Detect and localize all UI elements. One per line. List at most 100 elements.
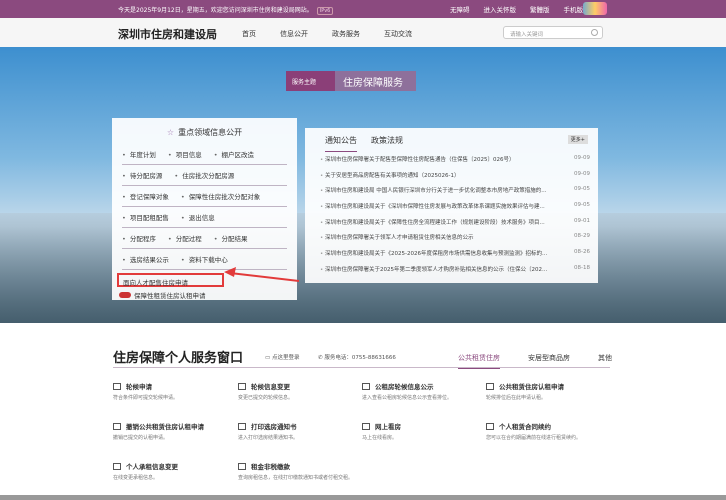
service-item[interactable]: 轮候申请符合条件即可提交轮候申请。 [113,381,233,402]
service-name[interactable]: 个人承租信息变更 [126,461,178,471]
nav-info[interactable]: 信息公开 [280,29,308,39]
rental-application-link[interactable]: 保障性租赁住房认租申请 [119,290,206,300]
service-icon [238,422,246,430]
news-panel: 通知公告政策法规 更多+ 深圳市住房保障署关于配售型保障性住房配售通告（住保售〔… [305,128,598,283]
nav-home[interactable]: 首页 [242,29,256,39]
news-item[interactable]: 深圳市住房和建设局 中国人民银行深圳市分行关于进一步优化调整本市房地产政策措施的… [320,186,590,202]
footer-edge [0,495,726,500]
link-pending-housing[interactable]: 待分配房源 [122,170,163,180]
service-name[interactable]: 撤销公共租赁住房认租申请 [126,421,204,431]
accessibility-link[interactable]: 无障碍 [450,4,470,14]
news-title[interactable]: 深圳市住房和建设局关于《2025-2026年度保租房市场供需信息收集与预测监测》… [320,249,560,265]
news-item[interactable]: 深圳市住房保障署关于领军人才申请租赁住房相关信息的公示 08-29 [320,233,590,249]
service-item[interactable]: 轮候信息变更变更已提交的轮候信息。 [238,381,358,402]
service-desc: 进入打印选房结果通知书。 [238,435,299,441]
news-title[interactable]: 深圳市住房保障署关于配售型保障性住房配售通告（住保售〔2025〕026号） [320,155,560,171]
panel-title: ☆ 重点领域信息公开 [166,128,243,137]
more-button[interactable]: 更多+ [567,135,588,144]
service-icon [238,462,246,470]
search-icon[interactable] [591,29,598,36]
service-desc: 轮候排位后在此申请认租。 [486,395,547,401]
service-name[interactable]: 打印选房通知书 [251,421,297,431]
service-name[interactable]: 个人租赁合同续约 [499,421,551,431]
service-item[interactable]: 个人承租信息变更 在线变更承租信息。 [113,461,233,482]
news-date: 08-26 [574,249,590,256]
service-desc: 查询房租信息，在线打印缴款通知书或者付租交租。 [238,475,354,481]
service-name[interactable]: 公租房轮候信息公示 [375,381,434,391]
service-name[interactable]: 公共租赁住房认租申请 [499,381,564,391]
news-item[interactable]: 深圳市住房保障署关于2025年第二季度领军人才购房补贴相关信息的公示（住保公〔2… [320,265,590,281]
news-item[interactable]: 深圳市住房保障署关于配售型保障性住房配售通告（住保售〔2025〕026号） 09-… [320,155,590,171]
service-item[interactable]: 网上看房马上在线看房。 [362,421,482,442]
nav-services[interactable]: 政务服务 [332,29,360,39]
news-item[interactable]: 深圳市住房和建设局关于《2025-2026年度保租房市场供需信息收集与预测监测》… [320,249,590,265]
service-icon [362,422,370,430]
news-item[interactable]: 深圳市住房和建设局关于《深圳市保障性住房发展与政策改革体系课题实施效果评估与建.… [320,202,590,218]
service-item[interactable]: 公共租赁住房认租申请轮候排位后在此申请认租。 [486,381,606,402]
header: 深圳市住房和建设局 首页 信息公开 政务服务 互动交流 请输入关键词 [0,18,726,47]
service-desc: 符合条件即可提交轮候申请。 [113,395,179,401]
news-date: 09-09 [574,155,590,161]
link-process[interactable]: 分配过程 [168,233,202,243]
link-shantytown[interactable]: 棚户区改造 [214,149,255,159]
news-title[interactable]: 深圳市住房保障署关于2025年第二季度领军人才购房补贴相关信息的公示（住保公〔2… [320,265,560,281]
service-name[interactable]: 租金非税缴款 [251,461,290,471]
service-desc: 您可以在合约期届满前在线进行租赁续约。 [486,435,582,441]
phone-info: ✆ 服务电话：0755-88631666 [318,355,396,361]
service-item[interactable]: 撤销公共租赁住房认租申请撤销已提交的认租申请。 [113,421,233,442]
link-downloads[interactable]: 资料下载中心 [181,254,228,264]
service-item[interactable]: 公租房轮候信息公示 进入查看公租房轮候信息公示查看排位。 [362,381,482,402]
service-icon [238,382,246,390]
service-icon [486,382,494,390]
service-icon [362,382,370,390]
service-name[interactable]: 轮候信息变更 [251,381,290,391]
star-icon: ☆ [166,128,175,137]
link-exit-info[interactable]: 退出信息 [181,212,215,222]
mobile-link[interactable]: 手机版 [564,4,584,14]
service-desc: 马上在线看房。 [362,435,398,441]
service-item[interactable]: 个人租赁合同续约您可以在合约期届满前在线进行租赁续约。 [486,421,606,442]
news-item[interactable]: 关于安居型商品房配售有关事项的通知（2025026-1） 09-09 [320,171,590,187]
link-annual-plan[interactable]: 年度计划 [122,149,156,159]
ipv6-badge: IPv6 [316,7,334,15]
link-procedure[interactable]: 分配程序 [122,233,156,243]
red-arrow-annotation [224,267,299,282]
service-desc: 撤销已提交的认租申请。 [113,435,169,441]
service-name[interactable]: 网上看房 [375,421,401,431]
search-input[interactable]: 请输入关键词 [503,26,603,39]
login-link[interactable]: ▭ 点这里登录 [265,353,299,361]
link-project-info[interactable]: 项目信息 [168,149,202,159]
service-icon [486,422,494,430]
service-item[interactable]: 打印选房通知书进入打印选房结果通知书。 [238,421,358,442]
news-title[interactable]: 深圳市住房保障署关于领军人才申请租赁住房相关信息的公示 [320,233,560,249]
service-item[interactable]: 租金非税缴款查询房租信息，在线打印缴款通知书或者付租交租。 [238,461,358,482]
service-desc: 变更已提交的轮候信息。 [238,395,294,401]
news-title[interactable]: 深圳市住房和建设局 中国人民银行深圳市分行关于进一步优化调整本市房地产政策措施的… [320,186,560,202]
news-title[interactable]: 深圳市住房和建设局关于《深圳市保障性住房发展与政策改革体系课题实施效果评估与建.… [320,202,560,218]
news-title[interactable]: 关于安居型商品房配售有关事项的通知（2025026-1） [320,171,560,187]
tab-notices[interactable]: 通知公告 [325,135,357,152]
link-batch-housing[interactable]: 住房批次分配房源 [174,170,234,180]
link-registered[interactable]: 登记保障对象 [122,191,169,201]
news-item[interactable]: 深圳市住房和建设局关于《保障性住房全流程建设工作（规划建设阶段）技术服务》项目.… [320,218,590,234]
link-batch-objects[interactable]: 保障性住房批次分配对象 [181,191,261,201]
news-date: 09-05 [574,202,590,209]
link-result[interactable]: 分配结果 [214,233,248,243]
rainbow-logo-icon[interactable] [583,2,607,15]
welcome-text: 今天是2025年9月12日，星期五，欢迎您访问深圳市住房和建设局网站。 IPv6 [118,5,334,15]
traditional-link[interactable]: 繁體版 [530,4,550,14]
news-title[interactable]: 深圳市住房和建设局关于《保障性住房全流程建设工作（规划建设阶段）技术服务》项目.… [320,218,560,234]
site-title[interactable]: 深圳市住房和建设局 [118,26,217,42]
service-theme-badge: 服务主题 住房保障服务 [286,71,416,91]
link-project-allocation[interactable]: 项目配租配售 [122,212,169,222]
nav-interaction[interactable]: 互动交流 [384,29,412,39]
care-mode-link[interactable]: 进入关怀版 [484,4,517,14]
service-icon [113,462,121,470]
top-bar: 今天是2025年9月12日，星期五，欢迎您访问深圳市住房和建设局网站。 IPv6 … [0,0,726,18]
service-name[interactable]: 轮候申请 [126,381,152,391]
news-date: 08-18 [574,264,590,271]
talent-housing-application-link[interactable]: 面向人才配售住房申请 [117,273,224,287]
service-theme-label: 服务主题 [286,71,335,91]
link-selection-result[interactable]: 选房结果公示 [122,254,169,264]
tab-policies[interactable]: 政策法规 [371,135,403,152]
